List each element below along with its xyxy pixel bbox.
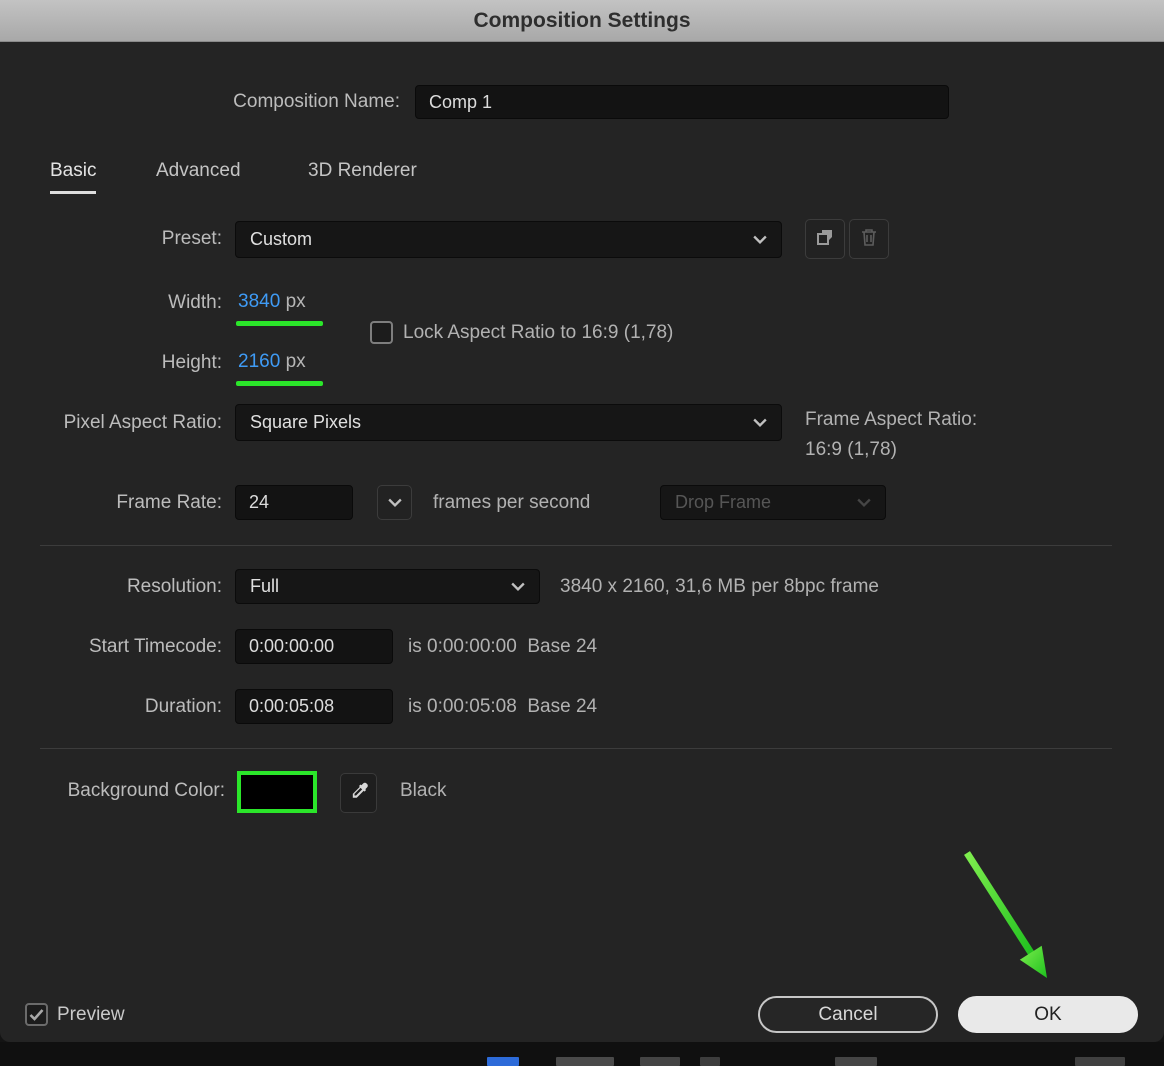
background-app-fragment	[487, 1057, 519, 1066]
background-color-name: Black	[400, 780, 447, 801]
width-value[interactable]: 3840 px	[238, 291, 306, 313]
trash-icon	[860, 227, 878, 252]
preview-label: Preview	[57, 1004, 125, 1025]
frame-aspect-ratio-label: Frame Aspect Ratio:	[805, 409, 978, 430]
pixel-aspect-ratio-select[interactable]: Square Pixels	[235, 404, 782, 441]
background-app-fragment	[1075, 1057, 1125, 1066]
delete-preset-button	[849, 219, 889, 259]
height-label: Height:	[161, 352, 222, 373]
lock-aspect-checkbox[interactable]	[370, 321, 393, 344]
background-color-label: Background Color:	[67, 780, 225, 801]
resolution-value: Full	[250, 576, 280, 596]
cancel-button[interactable]: Cancel	[758, 996, 938, 1033]
tab-basic[interactable]: Basic	[50, 160, 97, 194]
background-app-fragment	[556, 1057, 614, 1066]
drop-frame-select: Drop Frame	[660, 485, 886, 520]
composition-settings-dialog: Composition Settings Composition Name: B…	[0, 0, 1164, 1042]
frame-rate-dropdown-button[interactable]	[377, 485, 412, 520]
start-timecode-info: is 0:00:00:00 Base 24	[408, 636, 598, 657]
background-app-fragment	[640, 1057, 680, 1066]
check-icon	[29, 1009, 44, 1021]
pixel-aspect-ratio-label: Pixel Aspect Ratio:	[63, 412, 222, 433]
chevron-down-icon	[753, 418, 767, 428]
duration-input[interactable]	[235, 689, 393, 724]
chevron-down-icon	[753, 235, 767, 245]
width-label: Width:	[168, 292, 222, 313]
annotation-ok-arrow	[964, 851, 1047, 978]
ok-button[interactable]: OK	[958, 996, 1138, 1033]
background-color-swatch[interactable]	[237, 771, 317, 813]
height-number[interactable]: 2160	[238, 351, 280, 372]
preset-select[interactable]: Custom	[235, 221, 782, 258]
frames-per-second-label: frames per second	[433, 492, 591, 513]
save-preset-button[interactable]	[805, 219, 845, 259]
divider	[40, 748, 1112, 749]
duration-label: Duration:	[144, 696, 222, 717]
width-unit: px	[285, 291, 306, 312]
tab-3d-renderer[interactable]: 3D Renderer	[308, 160, 417, 191]
frame-rate-label: Frame Rate:	[116, 492, 222, 513]
composition-name-input[interactable]	[415, 85, 949, 119]
height-unit: px	[285, 351, 306, 372]
start-timecode-label: Start Timecode:	[88, 636, 222, 657]
annotation-height-underline	[236, 381, 323, 386]
drop-frame-value: Drop Frame	[675, 492, 772, 512]
resolution-label: Resolution:	[126, 576, 222, 597]
preset-value: Custom	[250, 229, 313, 249]
preview-checkbox[interactable]	[25, 1003, 48, 1026]
tab-advanced[interactable]: Advanced	[156, 160, 241, 191]
frame-rate-input[interactable]	[235, 485, 353, 520]
chevron-down-icon	[387, 498, 402, 508]
background-app-strip	[0, 1042, 1164, 1066]
composition-name-label: Composition Name:	[233, 91, 400, 112]
chevron-down-icon	[857, 498, 871, 508]
start-timecode-input[interactable]	[235, 629, 393, 664]
dialog-titlebar[interactable]: Composition Settings	[0, 0, 1164, 42]
frame-aspect-ratio-value: 16:9 (1,78)	[805, 439, 897, 460]
dialog-title: Composition Settings	[473, 8, 691, 32]
lock-aspect-label: Lock Aspect Ratio to 16:9 (1,78)	[403, 322, 674, 343]
divider	[40, 545, 1112, 546]
annotation-width-underline	[236, 321, 323, 326]
background-app-fragment	[835, 1057, 877, 1066]
eyedropper-icon	[350, 782, 368, 805]
width-number[interactable]: 3840	[238, 291, 280, 312]
resolution-info: 3840 x 2160, 31,6 MB per 8bpc frame	[560, 576, 879, 597]
screen: Composition Settings Composition Name: B…	[0, 0, 1164, 1066]
duration-info: is 0:00:05:08 Base 24	[408, 696, 598, 717]
background-app-fragment	[700, 1057, 720, 1066]
save-preset-icon	[815, 227, 835, 252]
chevron-down-icon	[511, 582, 525, 592]
pixel-aspect-ratio-value: Square Pixels	[250, 412, 362, 432]
eyedropper-button[interactable]	[340, 773, 377, 813]
preset-label: Preset:	[161, 228, 222, 249]
height-value[interactable]: 2160 px	[238, 351, 306, 373]
resolution-select[interactable]: Full	[235, 569, 540, 604]
